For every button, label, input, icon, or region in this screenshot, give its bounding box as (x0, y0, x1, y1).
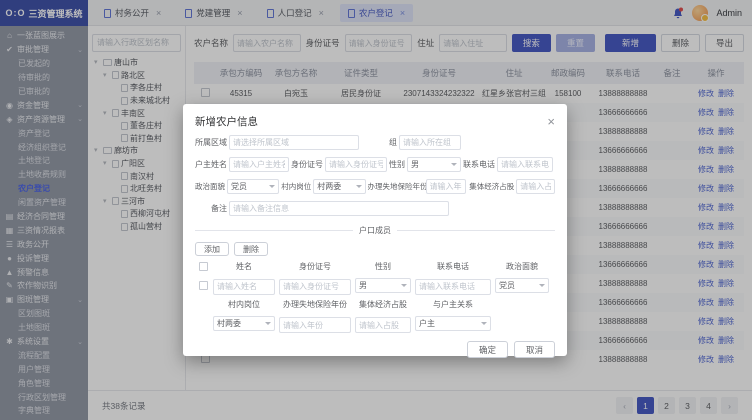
member-id-input[interactable] (279, 278, 351, 295)
member-col-political: 政治面貌 (506, 261, 538, 271)
chevron-down-icon (401, 283, 407, 287)
political-value: 党员 (231, 182, 247, 191)
chevron-down-icon (539, 283, 545, 287)
confirm-button[interactable]: 确定 (466, 341, 508, 358)
member-row-2: 村两委 户主 (195, 315, 555, 333)
cancel-button[interactable]: 取消 (513, 341, 555, 358)
village-post-value: 村两委 (317, 182, 342, 191)
region-label: 所属区域 (195, 138, 227, 147)
chevron-down-icon (355, 185, 362, 188)
group-label: 组 (389, 138, 397, 147)
modal-title: 新增农户信息 (195, 115, 258, 128)
member-relation-select[interactable]: 户主 (415, 316, 491, 332)
village-post-label: 村内岗位 (281, 182, 312, 191)
member-insurance-input[interactable] (279, 317, 351, 333)
member-post-value: 村两委 (217, 319, 241, 329)
chevron-down-icon (481, 322, 487, 326)
id-label: 身份证号 (291, 160, 323, 169)
member-row-checkbox[interactable] (198, 280, 208, 290)
members-section-title: 户口成员 (359, 226, 391, 235)
member-col-insurance: 办理失地保险年份 (283, 300, 347, 309)
insurance-label: 办理失地保险年份 (367, 182, 428, 191)
share-label: 集体经济占股 (469, 182, 515, 191)
member-col-name: 姓名 (236, 261, 252, 271)
insurance-year-input[interactable] (425, 179, 467, 194)
phone-label: 联系电话 (463, 160, 495, 169)
member-relation-value: 户主 (419, 319, 435, 329)
chevron-down-icon (451, 163, 457, 166)
gender-label: 性别 (389, 160, 405, 169)
member-header-checkbox[interactable] (198, 261, 208, 271)
region-select-input[interactable] (229, 135, 359, 150)
member-name-input[interactable] (213, 278, 275, 295)
member-phone-input[interactable] (415, 278, 491, 295)
political-label: 政治面貌 (195, 182, 225, 191)
member-political-select[interactable]: 党员 (495, 277, 549, 293)
member-col-share: 集体经济占股 (359, 300, 407, 309)
member-delete-button[interactable]: 删除 (234, 242, 268, 256)
member-col-post: 村内岗位 (228, 300, 260, 309)
member-share-input[interactable] (355, 317, 411, 333)
member-col-gender: 性别 (375, 261, 391, 271)
member-table-header-2: 村内岗位 办理失地保险年份 集体经济占股 与户主关系 (195, 300, 555, 310)
group-input[interactable] (399, 135, 461, 150)
member-gender-select[interactable]: 男 (355, 277, 411, 293)
member-col-relation: 与户主关系 (433, 300, 473, 309)
share-input[interactable] (516, 179, 555, 194)
gender-select[interactable]: 男 (407, 157, 461, 172)
head-name-input[interactable] (229, 157, 289, 172)
member-political-value: 党员 (499, 280, 515, 290)
member-row: 男 党员 (195, 276, 555, 295)
member-add-button[interactable]: 添加 (195, 242, 229, 256)
add-farmer-modal: 新增农户信息 × 所属区域 组 户主姓名 身份证号 性别 男 联系电话 政治面貌… (183, 104, 567, 358)
head-name-label: 户主姓名 (195, 160, 227, 169)
member-gender-value: 男 (359, 280, 367, 290)
phone-input[interactable] (497, 157, 553, 172)
remark-label: 备注 (211, 204, 227, 213)
members-section-divider: 户口成员 (195, 225, 555, 236)
id-input[interactable] (325, 157, 387, 172)
village-post-select[interactable]: 村两委 (313, 179, 366, 194)
app-window: 村务公开 × 党建管理 × 人口登记 × 农户登记 × Admin O:O 三资管理系统 ⌂ 一… (0, 0, 752, 420)
member-table-header: 姓名 身份证号 性别 联系电话 政治面貌 (195, 261, 555, 271)
member-col-id: 身份证号 (299, 261, 331, 271)
member-post-select[interactable]: 村两委 (213, 316, 275, 332)
remark-input[interactable] (229, 201, 449, 216)
political-select[interactable]: 党员 (227, 179, 280, 194)
gender-value: 男 (411, 160, 419, 169)
chevron-down-icon (269, 185, 276, 188)
chevron-down-icon (265, 322, 271, 326)
close-icon[interactable]: × (547, 115, 555, 128)
member-col-phone: 联系电话 (437, 261, 469, 271)
